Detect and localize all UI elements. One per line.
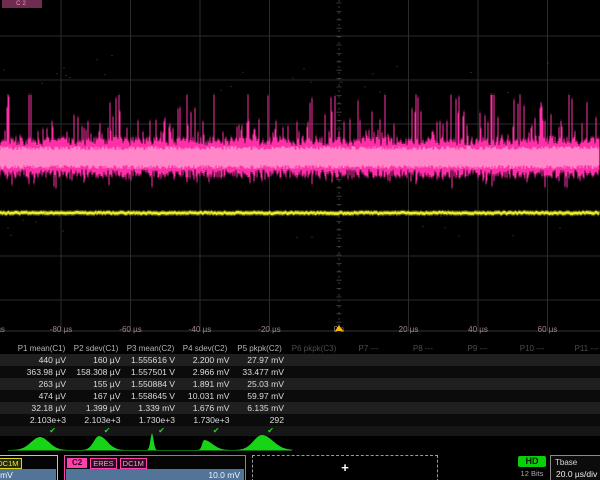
- param-column: P10 ---: [505, 343, 560, 436]
- param-column-header[interactable]: P3 mean(C2): [123, 343, 178, 354]
- param-value: 10.031 mV: [178, 390, 233, 402]
- add-trace-box[interactable]: +: [252, 455, 438, 480]
- param-value: 292: [232, 414, 287, 426]
- param-value: 32.18 µV: [14, 402, 69, 414]
- param-value: 2.200 mV: [178, 354, 233, 366]
- param-column-header[interactable]: P11 ---: [559, 343, 600, 354]
- param-column-header[interactable]: P8 ---: [396, 343, 451, 354]
- hd-badge[interactable]: HD: [518, 456, 546, 467]
- param-value: 1.557501 V: [123, 366, 178, 378]
- param-value: 474 µV: [14, 390, 69, 402]
- param-column: P5 pkpk(C2)27.97 mV33.477 mV25.03 mV59.9…: [232, 343, 287, 436]
- timebase-value: 20.0 µs/div: [556, 469, 597, 479]
- time-axis-label: -100 µs: [0, 325, 22, 334]
- param-column-header[interactable]: P6 pkpk(C3): [287, 343, 342, 354]
- param-column: P9 ---: [450, 343, 505, 436]
- param-column: P3 mean(C2)1.555616 V1.557501 V1.550884 …: [123, 343, 178, 436]
- param-column-header[interactable]: P7 ---: [341, 343, 396, 354]
- param-histicon[interactable]: [175, 440, 231, 450]
- time-axis-label: -80 µs: [31, 325, 91, 334]
- coupling-badge: DC1M: [120, 458, 147, 469]
- hd-bits-label: 12 Bits: [510, 469, 554, 478]
- oscilloscope-screen: C2 -100 µs-80 µs-60 µs-40 µs-20 µs0 s20 …: [0, 0, 600, 480]
- param-value: 1.730e+3: [178, 414, 233, 426]
- coupling-badge: ERES: [90, 458, 116, 469]
- param-column-header[interactable]: P1 mean(C1): [14, 343, 69, 354]
- param-value: 2.103e+3: [69, 414, 124, 426]
- c1-descriptor-box[interactable]: C1 DC1M 10.0 mV: [0, 455, 58, 480]
- time-axis: -100 µs-80 µs-60 µs-40 µs-20 µs0 s20 µs4…: [0, 323, 600, 336]
- param-column: P7 ---: [341, 343, 396, 436]
- c2-channel-tab[interactable]: C2: [67, 458, 87, 468]
- param-value: 1.676 mV: [178, 402, 233, 414]
- time-axis-label: 20 µs: [379, 325, 439, 334]
- trace-badge: C2: [2, 0, 42, 8]
- c1-badges: DC1M: [0, 458, 22, 469]
- time-axis-label: 60 µs: [518, 325, 578, 334]
- param-value: 1.730e+3: [123, 414, 178, 426]
- param-value: 363.98 µV: [14, 366, 69, 378]
- param-value: 6.135 mV: [232, 402, 287, 414]
- param-value: 158.308 µV: [69, 366, 124, 378]
- param-value: 155 µV: [69, 378, 124, 390]
- plus-icon: +: [253, 460, 437, 475]
- time-axis-label: 40 µs: [448, 325, 508, 334]
- param-value: 25.03 mV: [232, 378, 287, 390]
- param-histicon[interactable]: [11, 437, 67, 450]
- param-value: 59.97 mV: [232, 390, 287, 402]
- param-column-header[interactable]: P10 ---: [505, 343, 560, 354]
- c1-trace[interactable]: [0, 210, 599, 217]
- c2-vdiv-value: 10.0 mV: [66, 469, 244, 480]
- param-column: P1 mean(C1)440 µV363.98 µV263 µV474 µV32…: [14, 343, 69, 436]
- time-axis-label: -60 µs: [101, 325, 161, 334]
- param-histicon[interactable]: [73, 436, 125, 450]
- param-histicon[interactable]: [229, 435, 294, 450]
- param-column: P6 pkpk(C3): [287, 343, 342, 436]
- graticule: [0, 0, 600, 338]
- param-column-header[interactable]: P9 ---: [450, 343, 505, 354]
- param-column: P11 ---: [559, 343, 600, 436]
- param-column-header[interactable]: P4 sdev(C2): [178, 343, 233, 354]
- param-value: 167 µV: [69, 390, 124, 402]
- param-value: 1.399 µV: [69, 402, 124, 414]
- param-value: 1.339 mV: [123, 402, 178, 414]
- param-column-header[interactable]: P5 pkpk(C2): [232, 343, 287, 354]
- c2-descriptor-box[interactable]: C2 ERES DC1M 10.0 mV: [64, 455, 246, 480]
- param-histicon[interactable]: [128, 433, 175, 450]
- param-value: 1.891 mV: [178, 378, 233, 390]
- timebase-box[interactable]: Tbase 20.0 µs/div: [550, 455, 600, 480]
- param-column-header[interactable]: P2 sdev(C1): [69, 343, 124, 354]
- param-value: 33.477 mV: [232, 366, 287, 378]
- param-value: 263 µV: [14, 378, 69, 390]
- histicon-strip: [0, 428, 600, 452]
- time-axis-label: -40 µs: [170, 325, 230, 334]
- param-column: P8 ---: [396, 343, 451, 436]
- param-value: 1.550884 V: [123, 378, 178, 390]
- c2-badges: ERES DC1M: [87, 458, 147, 469]
- param-value: 2.103e+3: [14, 414, 69, 426]
- time-axis-label: -20 µs: [240, 325, 300, 334]
- param-value: 160 µV: [69, 354, 124, 366]
- trigger-position-marker[interactable]: [335, 325, 343, 331]
- param-column: P2 sdev(C1)160 µV158.308 µV155 µV167 µV1…: [69, 343, 124, 436]
- param-value: 440 µV: [14, 354, 69, 366]
- c1-vdiv-value: 10.0 mV: [0, 469, 56, 480]
- timebase-label: Tbase: [555, 458, 577, 467]
- param-column: P4 sdev(C2)2.200 mV2.966 mV1.891 mV10.03…: [178, 343, 233, 436]
- measure-table: P1 mean(C1)440 µV363.98 µV263 µV474 µV32…: [0, 343, 600, 436]
- param-value: 1.558645 V: [123, 390, 178, 402]
- param-value: 27.97 mV: [232, 354, 287, 366]
- param-value: 1.555616 V: [123, 354, 178, 366]
- param-value: 2.966 mV: [178, 366, 233, 378]
- coupling-badge: DC1M: [0, 458, 22, 469]
